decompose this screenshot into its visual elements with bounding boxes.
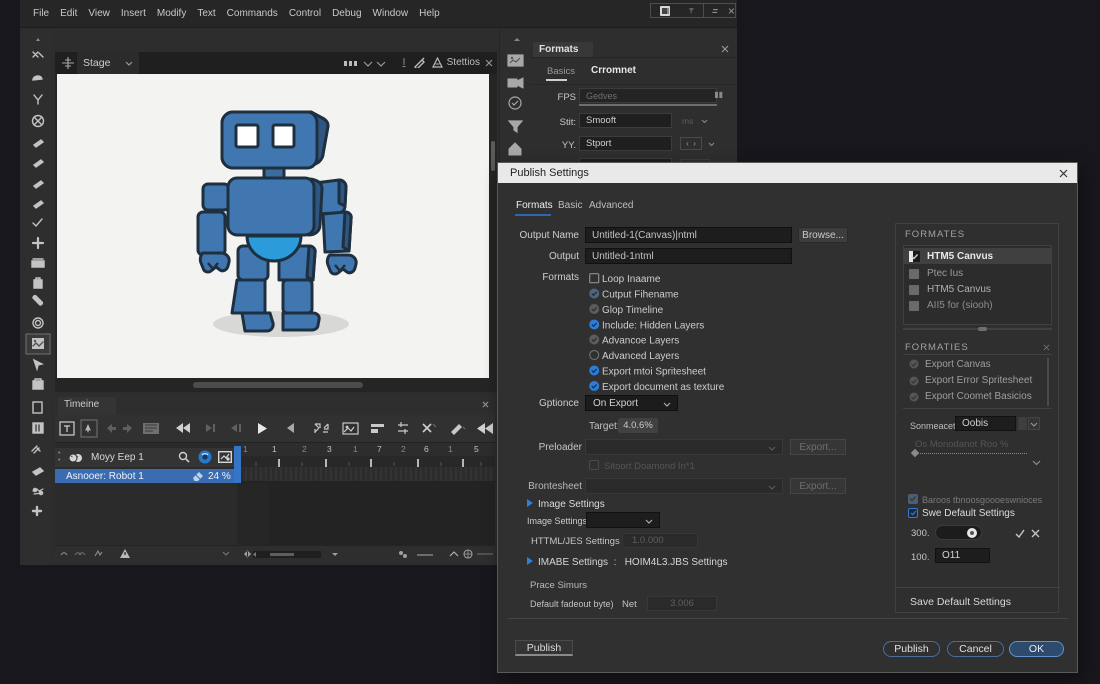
svg-text:1: 1 [448,444,453,454]
svg-text:1: 1 [353,444,358,454]
svg-text:Cutput Fihename: Cutput Fihename [602,290,679,301]
svg-text:Advanced Layers: Advanced Layers [602,351,679,362]
svg-text:1: 1 [272,444,277,454]
svg-text:Export document as texture: Export document as texture [602,382,725,393]
svg-text:1: 1 [243,444,248,454]
svg-text:2: 2 [401,444,406,454]
svg-text:Loop Inaame: Loop Inaame [602,274,661,285]
svg-text:5: 5 [474,444,479,454]
svg-text:7: 7 [377,444,382,454]
svg-text:3: 3 [327,444,332,454]
svg-text:Glop Timeline: Glop Timeline [602,305,664,316]
svg-text:2: 2 [302,444,307,454]
svg-text:Export mtoi Spritesheet: Export mtoi Spritesheet [602,367,706,378]
svg-text:6: 6 [424,444,429,454]
svg-text:Include: Hidden Layers: Include: Hidden Layers [602,321,704,332]
svg-text:Advancoe Layers: Advancoe Layers [602,336,679,347]
